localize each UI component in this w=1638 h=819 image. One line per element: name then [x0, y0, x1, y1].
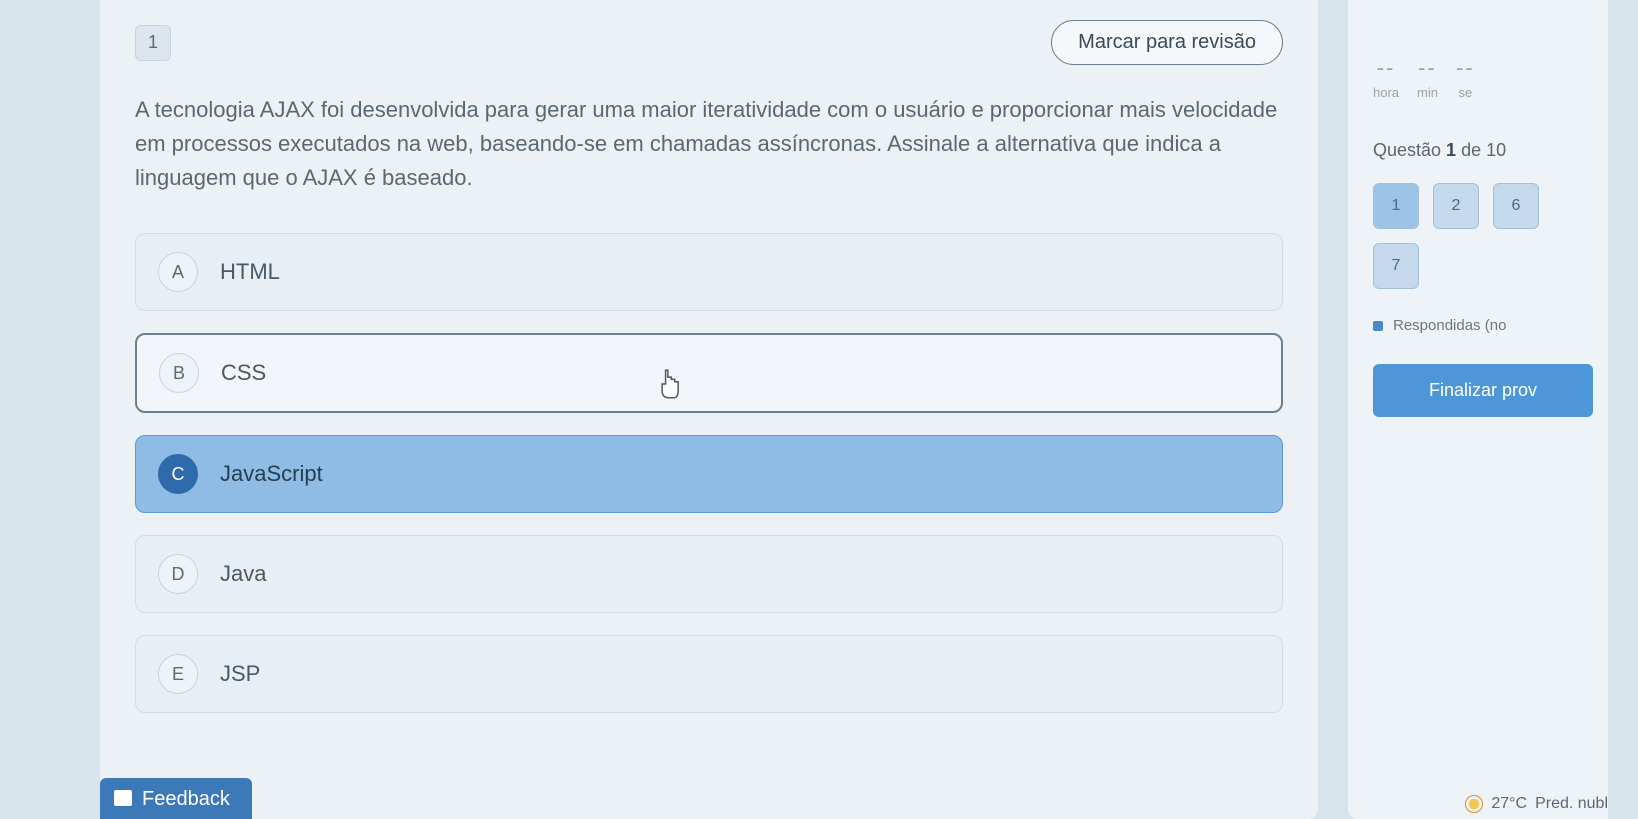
option-letter: D: [158, 554, 198, 594]
feedback-label: Feedback: [142, 788, 230, 810]
question-nav-1[interactable]: 1: [1373, 183, 1419, 229]
option-label: CSS: [221, 360, 266, 386]
option-b[interactable]: B CSS: [135, 333, 1283, 413]
finish-exam-button[interactable]: Finalizar prov: [1373, 364, 1593, 417]
option-label: JSP: [220, 661, 260, 687]
option-label: HTML: [220, 259, 280, 285]
option-label: Java: [220, 561, 266, 587]
timer-hours-label: hora: [1373, 85, 1399, 100]
question-nav-2[interactable]: 2: [1433, 183, 1479, 229]
comment-icon: [114, 790, 132, 806]
question-nav-7[interactable]: 7: [1373, 243, 1419, 289]
question-text: A tecnologia AJAX foi desenvolvida para …: [135, 93, 1283, 195]
question-card: 1 Marcar para revisão A tecnologia AJAX …: [100, 0, 1318, 819]
legend-answered-label: Respondidas (no: [1393, 317, 1506, 334]
options-list: A HTML B CSS C JavaScript D Java E JSP: [135, 233, 1283, 713]
option-d[interactable]: D Java: [135, 535, 1283, 613]
weather-temp: 27°C: [1491, 795, 1527, 813]
option-e[interactable]: E JSP: [135, 635, 1283, 713]
question-counter: Questão 1 de 10: [1373, 140, 1593, 161]
option-c[interactable]: C JavaScript: [135, 435, 1283, 513]
option-letter: C: [158, 454, 198, 494]
question-number-badge: 1: [135, 25, 171, 61]
option-letter: B: [159, 353, 199, 393]
timer-seconds-value: --: [1456, 55, 1475, 81]
timer-minutes-label: min: [1417, 85, 1438, 100]
feedback-button[interactable]: Feedback: [100, 778, 252, 819]
weather-desc: Pred. nubl: [1535, 795, 1608, 813]
timer-hours-value: --: [1377, 55, 1396, 81]
mark-for-review-button[interactable]: Marcar para revisão: [1051, 20, 1283, 65]
timer-seconds-label: se: [1458, 85, 1472, 100]
sun-icon: [1465, 795, 1483, 813]
side-panel: -- hora -- min -- se Questão 1 de 10 126…: [1348, 0, 1608, 819]
question-nav-grid: 126 7: [1373, 183, 1593, 289]
timer-minutes-value: --: [1418, 55, 1437, 81]
question-nav-6[interactable]: 6: [1493, 183, 1539, 229]
option-letter: E: [158, 654, 198, 694]
timer: -- hora -- min -- se: [1373, 55, 1593, 100]
option-letter: A: [158, 252, 198, 292]
option-label: JavaScript: [220, 461, 323, 487]
legend-answered: Respondidas (no: [1373, 317, 1593, 334]
taskbar-weather: 27°C Pred. nubl: [1465, 795, 1608, 813]
legend-dot-icon: [1373, 321, 1383, 331]
option-a[interactable]: A HTML: [135, 233, 1283, 311]
